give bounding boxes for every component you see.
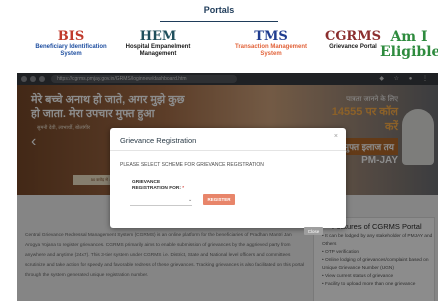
- modal-instruction: PLEASE SELECT SCHEME FOR GRIEVANCE REGIS…: [120, 162, 264, 168]
- portal-bis-name: Beneficiary Identification System: [35, 44, 107, 57]
- register-button[interactable]: REGISTER: [203, 194, 235, 205]
- modal-close-icon[interactable]: ×: [334, 133, 338, 140]
- required-marker: *: [182, 186, 185, 191]
- scheme-field-label-line1: GRIEVANCE: [132, 180, 161, 185]
- portal-tms[interactable]: TMS Transaction Management System: [226, 30, 316, 58]
- portal-am-i-eligible[interactable]: Am I Eligible: [380, 30, 438, 60]
- portal-cgrms-name: Grievance Portal: [329, 44, 377, 50]
- portal-cgrms[interactable]: CGRMS Grievance Portal: [322, 30, 384, 51]
- scheme-field-label: GRIEVANCE REGISTRATION FOR: *: [132, 180, 184, 192]
- modal-title: Grievance Registration: [120, 136, 197, 145]
- portal-hem-name: Hospital Empanelment Management: [125, 44, 191, 57]
- portal-bis[interactable]: BIS Beneficiary Identification System: [30, 30, 112, 58]
- browser-screenshot: https://cgrms.pmjay.gov.in/GRMS/loginnew…: [17, 73, 438, 301]
- portal-am-i-eligible-label: Am I Eligible: [380, 29, 438, 60]
- scheme-field-label-line2: REGISTRATION FOR:: [132, 186, 181, 191]
- portal-bis-abbr: BIS: [57, 29, 85, 44]
- portal-tms-name: Transaction Management System: [234, 44, 308, 57]
- modal-divider: [110, 150, 346, 151]
- portal-hem-abbr: HEM: [139, 29, 177, 44]
- close-button[interactable]: Close: [304, 227, 323, 235]
- scheme-select[interactable]: [130, 197, 192, 206]
- grievance-registration-modal: Grievance Registration × PLEASE SELECT S…: [110, 128, 346, 228]
- portals-title: Portals: [203, 5, 235, 15]
- portal-cgrms-abbr: CGRMS: [324, 29, 382, 44]
- chevron-down-icon[interactable]: ⌄: [188, 197, 192, 203]
- portal-hem[interactable]: HEM Hospital Empanelment Management: [108, 30, 208, 58]
- title-divider: [160, 21, 278, 22]
- portal-row: BIS Beneficiary Identification System HE…: [0, 30, 438, 70]
- portal-tms-abbr: TMS: [254, 29, 288, 44]
